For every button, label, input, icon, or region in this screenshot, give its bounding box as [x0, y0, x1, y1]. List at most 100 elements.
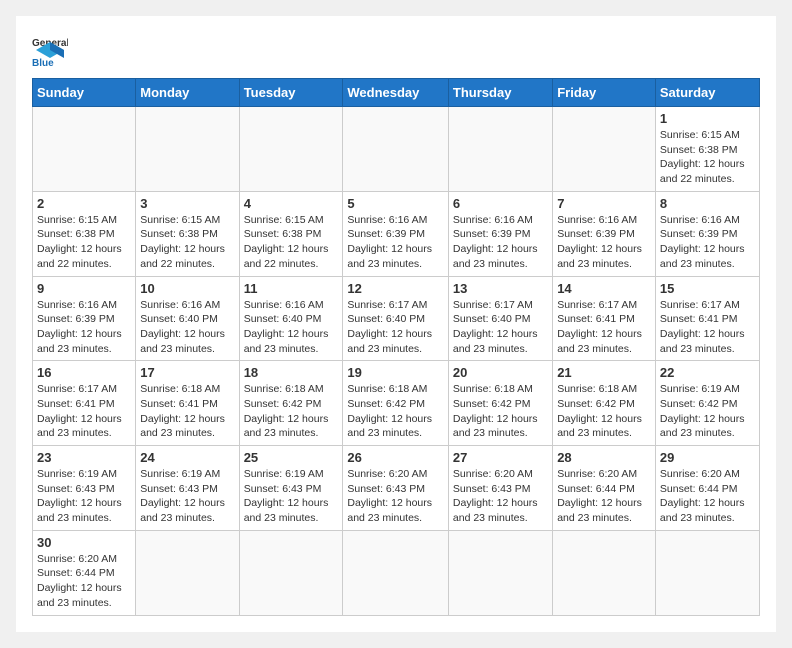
day-info: Sunrise: 6:17 AM Sunset: 6:41 PM Dayligh… — [557, 298, 651, 357]
day-info: Sunrise: 6:18 AM Sunset: 6:42 PM Dayligh… — [347, 382, 444, 441]
day-info: Sunrise: 6:18 AM Sunset: 6:42 PM Dayligh… — [244, 382, 339, 441]
day-info: Sunrise: 6:19 AM Sunset: 6:43 PM Dayligh… — [140, 467, 234, 526]
calendar-day-cell: 17 Sunrise: 6:18 AM Sunset: 6:41 PM Dayli… — [136, 361, 239, 446]
day-number: 19 — [347, 365, 444, 380]
calendar-header-row: SundayMondayTuesdayWednesdayThursdayFrid… — [33, 79, 760, 107]
day-number: 12 — [347, 281, 444, 296]
calendar-day-cell: 21 Sunrise: 6:18 AM Sunset: 6:42 PM Dayli… — [553, 361, 656, 446]
day-number: 26 — [347, 450, 444, 465]
calendar-day-cell: 23 Sunrise: 6:19 AM Sunset: 6:43 PM Dayli… — [33, 446, 136, 531]
calendar-week-row: 16 Sunrise: 6:17 AM Sunset: 6:41 PM Dayli… — [33, 361, 760, 446]
day-info: Sunrise: 6:20 AM Sunset: 6:43 PM Dayligh… — [453, 467, 548, 526]
day-header-wednesday: Wednesday — [343, 79, 449, 107]
calendar-day-cell: 2 Sunrise: 6:15 AM Sunset: 6:38 PM Daylig… — [33, 191, 136, 276]
day-info: Sunrise: 6:19 AM Sunset: 6:43 PM Dayligh… — [244, 467, 339, 526]
calendar-day-cell: 15 Sunrise: 6:17 AM Sunset: 6:41 PM Dayli… — [655, 276, 759, 361]
day-info: Sunrise: 6:20 AM Sunset: 6:44 PM Dayligh… — [37, 552, 131, 611]
calendar-day-cell: 27Sunrise: 6:20 AM Sunset: 6:43 PM Dayli… — [448, 446, 552, 531]
day-info: Sunrise: 6:16 AM Sunset: 6:39 PM Dayligh… — [557, 213, 651, 272]
calendar-day-cell: 24Sunrise: 6:19 AM Sunset: 6:43 PM Dayli… — [136, 446, 239, 531]
day-number: 22 — [660, 365, 755, 380]
day-number: 4 — [244, 196, 339, 211]
day-number: 28 — [557, 450, 651, 465]
day-info: Sunrise: 6:17 AM Sunset: 6:41 PM Dayligh… — [660, 298, 755, 357]
day-number: 29 — [660, 450, 755, 465]
calendar-week-row: 1 Sunrise: 6:15 AM Sunset: 6:38 PM Daylig… — [33, 107, 760, 192]
day-number: 23 — [37, 450, 131, 465]
calendar-day-cell — [136, 107, 239, 192]
calendar-day-cell: 12 Sunrise: 6:17 AM Sunset: 6:40 PM Dayli… — [343, 276, 449, 361]
day-number: 16 — [37, 365, 131, 380]
day-number: 10 — [140, 281, 234, 296]
calendar-day-cell: 19 Sunrise: 6:18 AM Sunset: 6:42 PM Dayli… — [343, 361, 449, 446]
calendar-day-cell — [343, 107, 449, 192]
day-header-monday: Monday — [136, 79, 239, 107]
day-number: 18 — [244, 365, 339, 380]
day-number: 7 — [557, 196, 651, 211]
calendar-day-cell: 9 Sunrise: 6:16 AM Sunset: 6:39 PM Daylig… — [33, 276, 136, 361]
day-info: Sunrise: 6:16 AM Sunset: 6:39 PM Dayligh… — [347, 213, 444, 272]
day-number: 11 — [244, 281, 339, 296]
calendar-day-cell: 29 Sunrise: 6:20 AM Sunset: 6:44 PM Dayli… — [655, 446, 759, 531]
logo-svg: General Blue — [32, 32, 68, 68]
day-info: Sunrise: 6:16 AM Sunset: 6:39 PM Dayligh… — [453, 213, 548, 272]
day-number: 3 — [140, 196, 234, 211]
day-info: Sunrise: 6:17 AM Sunset: 6:40 PM Dayligh… — [347, 298, 444, 357]
day-info: Sunrise: 6:20 AM Sunset: 6:44 PM Dayligh… — [557, 467, 651, 526]
calendar-week-row: 30 Sunrise: 6:20 AM Sunset: 6:44 PM Dayli… — [33, 530, 760, 615]
day-header-thursday: Thursday — [448, 79, 552, 107]
calendar-day-cell: 25 Sunrise: 6:19 AM Sunset: 6:43 PM Dayli… — [239, 446, 343, 531]
calendar-day-cell: 7 Sunrise: 6:16 AM Sunset: 6:39 PM Daylig… — [553, 191, 656, 276]
day-info: Sunrise: 6:18 AM Sunset: 6:42 PM Dayligh… — [453, 382, 548, 441]
day-info: Sunrise: 6:16 AM Sunset: 6:39 PM Dayligh… — [37, 298, 131, 357]
calendar-day-cell: 16 Sunrise: 6:17 AM Sunset: 6:41 PM Dayli… — [33, 361, 136, 446]
calendar-day-cell — [553, 530, 656, 615]
calendar-table: SundayMondayTuesdayWednesdayThursdayFrid… — [32, 78, 760, 616]
day-info: Sunrise: 6:15 AM Sunset: 6:38 PM Dayligh… — [140, 213, 234, 272]
calendar-week-row: 23 Sunrise: 6:19 AM Sunset: 6:43 PM Dayli… — [33, 446, 760, 531]
day-info: Sunrise: 6:19 AM Sunset: 6:42 PM Dayligh… — [660, 382, 755, 441]
calendar-day-cell — [448, 530, 552, 615]
day-number: 30 — [37, 535, 131, 550]
day-info: Sunrise: 6:17 AM Sunset: 6:40 PM Dayligh… — [453, 298, 548, 357]
day-info: Sunrise: 6:16 AM Sunset: 6:40 PM Dayligh… — [140, 298, 234, 357]
calendar-week-row: 2 Sunrise: 6:15 AM Sunset: 6:38 PM Daylig… — [33, 191, 760, 276]
calendar-day-cell — [553, 107, 656, 192]
day-number: 2 — [37, 196, 131, 211]
day-info: Sunrise: 6:17 AM Sunset: 6:41 PM Dayligh… — [37, 382, 131, 441]
calendar-day-cell — [448, 107, 552, 192]
calendar-day-cell: 28 Sunrise: 6:20 AM Sunset: 6:44 PM Dayli… — [553, 446, 656, 531]
day-info: Sunrise: 6:18 AM Sunset: 6:41 PM Dayligh… — [140, 382, 234, 441]
day-header-sunday: Sunday — [33, 79, 136, 107]
calendar-day-cell: 8 Sunrise: 6:16 AM Sunset: 6:39 PM Daylig… — [655, 191, 759, 276]
calendar-day-cell — [239, 107, 343, 192]
day-info: Sunrise: 6:16 AM Sunset: 6:39 PM Dayligh… — [660, 213, 755, 272]
day-header-tuesday: Tuesday — [239, 79, 343, 107]
day-number: 9 — [37, 281, 131, 296]
day-number: 25 — [244, 450, 339, 465]
day-info: Sunrise: 6:15 AM Sunset: 6:38 PM Dayligh… — [660, 128, 755, 187]
day-info: Sunrise: 6:16 AM Sunset: 6:40 PM Dayligh… — [244, 298, 339, 357]
day-info: Sunrise: 6:15 AM Sunset: 6:38 PM Dayligh… — [37, 213, 131, 272]
day-number: 8 — [660, 196, 755, 211]
calendar-day-cell: 20Sunrise: 6:18 AM Sunset: 6:42 PM Dayli… — [448, 361, 552, 446]
day-header-saturday: Saturday — [655, 79, 759, 107]
day-info: Sunrise: 6:19 AM Sunset: 6:43 PM Dayligh… — [37, 467, 131, 526]
day-number: 6 — [453, 196, 548, 211]
day-number: 13 — [453, 281, 548, 296]
day-info: Sunrise: 6:18 AM Sunset: 6:42 PM Dayligh… — [557, 382, 651, 441]
calendar-day-cell: 4 Sunrise: 6:15 AM Sunset: 6:38 PM Daylig… — [239, 191, 343, 276]
day-number: 1 — [660, 111, 755, 126]
day-info: Sunrise: 6:15 AM Sunset: 6:38 PM Dayligh… — [244, 213, 339, 272]
day-number: 15 — [660, 281, 755, 296]
day-number: 17 — [140, 365, 234, 380]
calendar-week-row: 9 Sunrise: 6:16 AM Sunset: 6:39 PM Daylig… — [33, 276, 760, 361]
calendar-day-cell: 10 Sunrise: 6:16 AM Sunset: 6:40 PM Dayli… — [136, 276, 239, 361]
calendar-day-cell: 5Sunrise: 6:16 AM Sunset: 6:39 PM Daylig… — [343, 191, 449, 276]
day-info: Sunrise: 6:20 AM Sunset: 6:44 PM Dayligh… — [660, 467, 755, 526]
calendar-day-cell: 22 Sunrise: 6:19 AM Sunset: 6:42 PM Dayli… — [655, 361, 759, 446]
day-number: 21 — [557, 365, 651, 380]
logo: General Blue — [32, 32, 68, 68]
calendar-day-cell — [239, 530, 343, 615]
calendar-day-cell — [655, 530, 759, 615]
